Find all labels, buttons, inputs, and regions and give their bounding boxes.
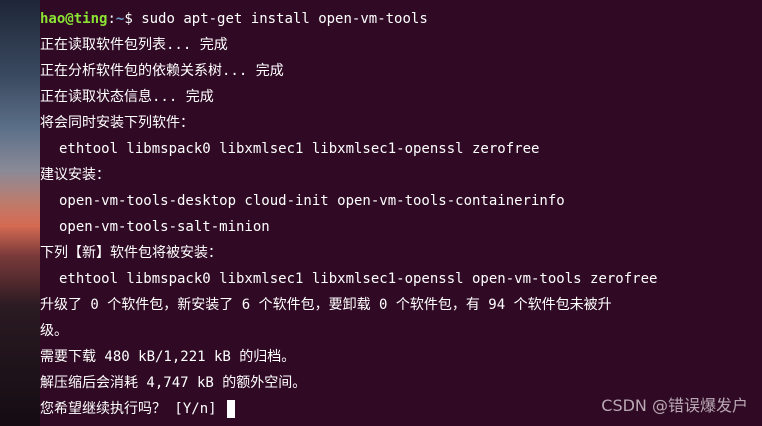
output-line: 下列【新】软件包将被安装： <box>40 245 222 261</box>
confirm-prompt: 您希望继续执行吗？ [Y/n] <box>40 401 226 417</box>
output-line: 升级了 0 个软件包，新安装了 6 个软件包，要卸载 0 个软件包，有 94 个… <box>40 297 612 313</box>
terminal-window[interactable]: hao@ting:~$ sudo apt-get install open-vm… <box>40 0 762 426</box>
output-line: 建议安装： <box>40 167 110 183</box>
command-text: sudo apt-get install open-vm-tools <box>141 11 428 27</box>
output-line: open-vm-tools-desktop cloud-init open-vm… <box>59 193 565 209</box>
output-line: 将会同时安装下列软件： <box>40 115 194 131</box>
output-line: 正在分析软件包的依赖关系树... 完成 <box>40 63 284 79</box>
command-line: hao@ting:~$ sudo apt-get install open-vm… <box>40 6 762 32</box>
output-line: 正在读取软件包列表... 完成 <box>40 37 228 53</box>
prompt-separator: : <box>107 11 116 27</box>
output-line: 级。 <box>40 323 68 339</box>
output-line: open-vm-tools-salt-minion <box>59 219 270 235</box>
output-line: ethtool libmspack0 libxmlsec1 libxmlsec1… <box>59 271 658 287</box>
text-cursor <box>227 400 236 418</box>
prompt-symbol: $ <box>124 11 133 27</box>
watermark: CSDN @错误爆发户 <box>601 396 748 415</box>
prompt-user-host: hao@ting <box>40 11 108 27</box>
output-line: 正在读取状态信息... 完成 <box>40 89 214 105</box>
desktop-wallpaper-strip <box>0 0 40 426</box>
output-line: 需要下载 480 kB/1,221 kB 的归档。 <box>40 349 296 365</box>
output-line: ethtool libmspack0 libxmlsec1 libxmlsec1… <box>59 141 540 157</box>
